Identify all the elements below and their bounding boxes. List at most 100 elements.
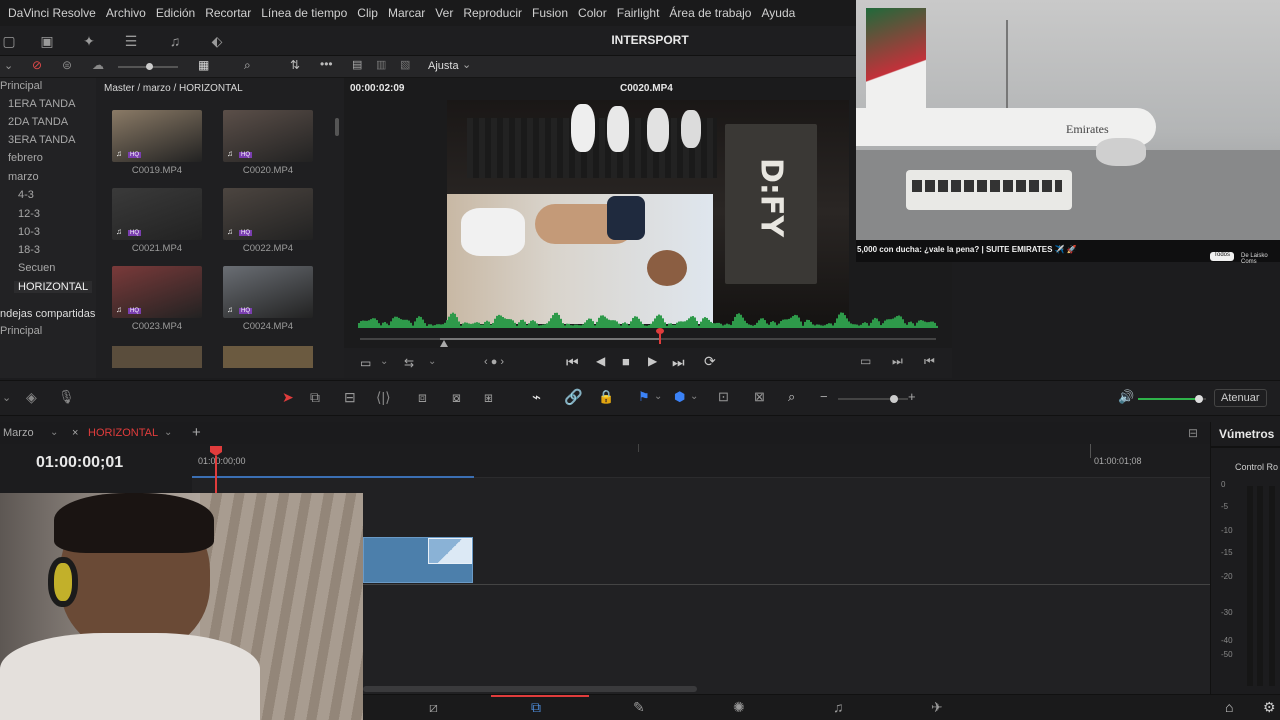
stop-icon[interactable]: ■ [622,354,630,369]
menu-item-0[interactable]: DaVinci Resolve [8,6,96,20]
bin-item[interactable]: marzo [8,171,39,183]
zoom-in-icon[interactable]: + [908,389,916,404]
menu-item-4[interactable]: Línea de tiempo [261,6,347,20]
zoom-dropdown[interactable]: Ajusta [428,60,459,72]
bin-item[interactable]: 2DA TANDA [8,116,68,128]
chevron-down-icon[interactable]: ⌄ [654,391,662,402]
viewer-mode2-icon[interactable]: ▥ [376,58,386,71]
viewer-playhead[interactable] [655,328,664,344]
viewer-mode-icon[interactable]: ▤ [352,58,362,71]
mute-button[interactable]: Atenuar [1214,389,1267,407]
menu-item-5[interactable]: Clip [357,6,378,20]
settings-icon[interactable]: ⚙ [1263,699,1276,716]
video-clip[interactable] [363,537,473,583]
bin-item[interactable]: HORIZONTAL [14,281,93,293]
channel-label[interactable]: De Laisko Coms [1241,253,1280,265]
timeline-playhead[interactable] [215,456,217,496]
tab-marzo[interactable]: Marzo [3,427,34,439]
play-icon[interactable]: ▶ [648,354,657,368]
media-scrollbar[interactable] [335,118,339,136]
bin-item[interactable]: Secuen [18,262,55,274]
viewer-mode3-icon[interactable]: ▧ [400,58,410,71]
menu-item-3[interactable]: Recortar [205,6,251,20]
insert-clip-icon[interactable]: ⧈ [418,389,427,406]
lock-icon[interactable]: 🔒 [598,389,614,405]
close-icon[interactable]: × [72,427,78,439]
speaker-icon[interactable]: 🔊 [1118,389,1134,405]
edit-index-icon[interactable]: ☰ [122,32,140,50]
menu-item-6[interactable]: Marcar [388,6,425,20]
link-icon[interactable]: ⊘ [32,58,42,72]
panel-toggle-icon[interactable]: ▢ [0,32,18,50]
filter-icon[interactable]: ⊜ [62,58,72,72]
grid-view-icon[interactable]: ▦ [198,58,209,72]
match-frame-icon[interactable]: ⇆ [404,356,414,370]
volume-handle[interactable] [1195,395,1204,403]
menu-item-12[interactable]: Área de trabajo [669,6,751,20]
viewer-size-icon[interactable]: ▭ [360,356,371,370]
marker-icon[interactable]: ⬢ [674,389,685,405]
bin-item[interactable]: Principal [0,80,42,92]
menu-item-1[interactable]: Archivo [106,6,146,20]
zoom-full-icon[interactable]: ⊡ [718,389,729,405]
replace-clip-icon[interactable]: ⧆ [484,389,493,406]
zoom-handle[interactable] [890,395,898,403]
chevron-down-icon[interactable]: ⌄ [690,391,698,402]
flag-icon[interactable]: ⚑ [638,389,650,405]
clip-thumbnail[interactable]: ♫ HQ [112,266,202,318]
dynamic-trim-icon[interactable]: ⊟ [344,389,356,406]
mixer-toggle-icon[interactable]: ⊟ [1188,426,1198,440]
linked-selection-icon[interactable]: 🔗 [564,388,583,406]
add-timeline-button[interactable]: + [192,424,201,441]
menu-item-10[interactable]: Color [578,6,607,20]
sound-library-icon[interactable]: ♫ [166,32,184,50]
more-options-icon[interactable]: ••• [320,57,333,71]
fairlight-page-icon[interactable]: ♫ [833,699,844,715]
in-point-marker[interactable] [440,340,448,347]
chevron-down-icon[interactable]: ⌄ [2,391,11,404]
cloud-icon[interactable]: ☁ [92,58,104,72]
sort-icon[interactable]: ⇅ [290,58,300,72]
edit-page-icon[interactable]: ⧉ [531,699,541,716]
filter-chip[interactable]: Todos [1210,252,1235,261]
bin-item[interactable]: Principal [0,325,42,337]
timeline-ruler[interactable]: 01:00:00;00 01:00:01;08 [192,444,1210,478]
chevron-down-icon[interactable]: ⌄ [164,427,172,438]
thumb-size-handle[interactable] [146,63,153,70]
snapping-icon[interactable]: ⌁ [532,388,541,406]
clip-thumbnail[interactable]: ♫ HQ [223,188,313,240]
trim-tool-icon[interactable]: ⧉ [310,389,320,406]
tab-horizontal[interactable]: HORIZONTAL [88,427,158,439]
blade-tool-icon[interactable]: ⟨|⟩ [376,389,391,406]
go-to-start-icon[interactable]: ⏮ [566,354,579,371]
bin-item[interactable]: 10-3 [18,226,40,238]
clip-thumbnail[interactable] [112,346,202,368]
loop-icon[interactable]: ⟳ [704,353,716,370]
chevron-down-icon[interactable]: ⌄ [462,58,471,71]
prev-clip-icon[interactable]: ⏮ [924,354,935,369]
chevron-down-icon[interactable]: ⌄ [4,59,13,72]
play-reverse-icon[interactable]: ◀ [596,354,605,368]
media-pool-icon[interactable]: ▣ [38,32,56,50]
clip-thumbnail[interactable]: ♫ HQ [223,110,313,162]
jog-icon[interactable]: ‹ ● › [484,356,504,368]
go-to-end-icon[interactable]: ⏭ [672,354,685,371]
bin-item[interactable]: 4-3 [18,189,34,201]
chevron-down-icon[interactable]: ⌄ [380,356,388,367]
chevron-down-icon[interactable]: ⌄ [428,356,436,367]
microphone-icon[interactable]: 🎙 [58,389,75,405]
clip-thumbnail[interactable] [223,346,313,368]
menu-item-9[interactable]: Fusion [532,6,568,20]
menu-item-13[interactable]: Ayuda [761,6,795,20]
chevron-down-icon[interactable]: ⌄ [50,427,58,438]
eye-icon[interactable]: ◈ [26,389,37,406]
video-title[interactable]: 5,000 con ducha: ¿vale la pena? | SUITE … [857,245,1077,254]
clip-thumbnail[interactable]: ♫ HQ [223,266,313,318]
bin-item[interactable]: febrero [8,152,43,164]
zoom-out-icon[interactable]: − [820,389,828,404]
bin-item[interactable]: 3ERA TANDA [8,134,75,146]
deliver-page-icon[interactable]: ✈ [931,699,943,716]
effects-icon[interactable]: ✦ [80,32,98,50]
next-clip-icon[interactable]: ⏭ [892,354,903,369]
cut-page-icon[interactable]: ⧄ [429,699,438,716]
